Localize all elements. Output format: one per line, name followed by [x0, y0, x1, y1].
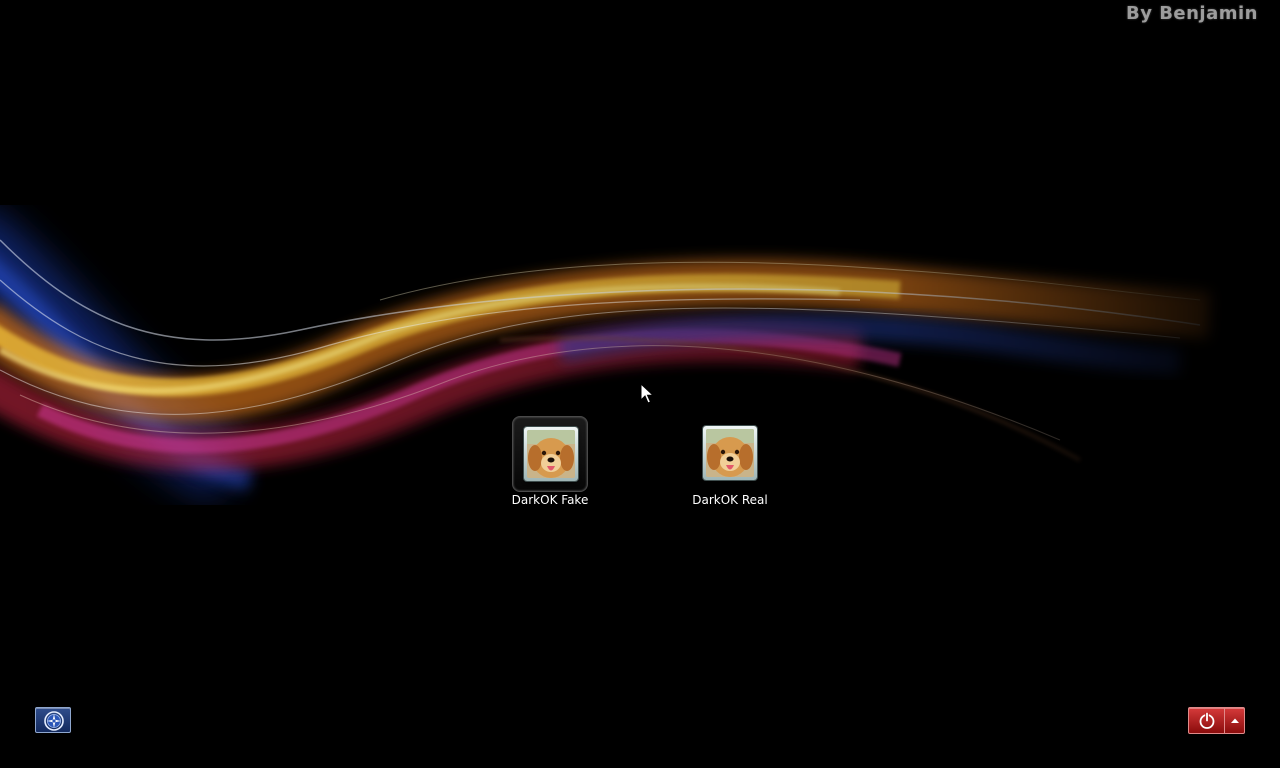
dog-avatar-icon: [706, 429, 754, 477]
user-tile-frame: [692, 416, 768, 492]
logon-screen: By Benjamin DarkOK Fake DarkOK Real: [0, 0, 1280, 768]
user-tile-frame: [512, 416, 588, 492]
power-icon: [1199, 712, 1215, 729]
ease-of-access-icon: [44, 711, 64, 731]
ease-of-access-button[interactable]: [35, 707, 71, 733]
user-avatar: [703, 426, 757, 480]
watermark-text: By Benjamin: [1125, 3, 1258, 24]
user-name-label: DarkOK Fake: [511, 493, 589, 507]
user-avatar: [524, 427, 578, 481]
shutdown-button-group: [1188, 707, 1245, 734]
shutdown-options-button[interactable]: [1224, 707, 1245, 734]
user-name-label: DarkOK Real: [692, 493, 768, 507]
dog-avatar-icon: [527, 430, 575, 478]
user-tile-darkok-fake[interactable]: DarkOK Fake: [490, 416, 610, 507]
user-tile-darkok-real[interactable]: DarkOK Real: [670, 416, 790, 507]
shutdown-button[interactable]: [1188, 707, 1225, 734]
chevron-up-icon: [1231, 718, 1239, 723]
mouse-cursor-icon: [640, 383, 654, 404]
